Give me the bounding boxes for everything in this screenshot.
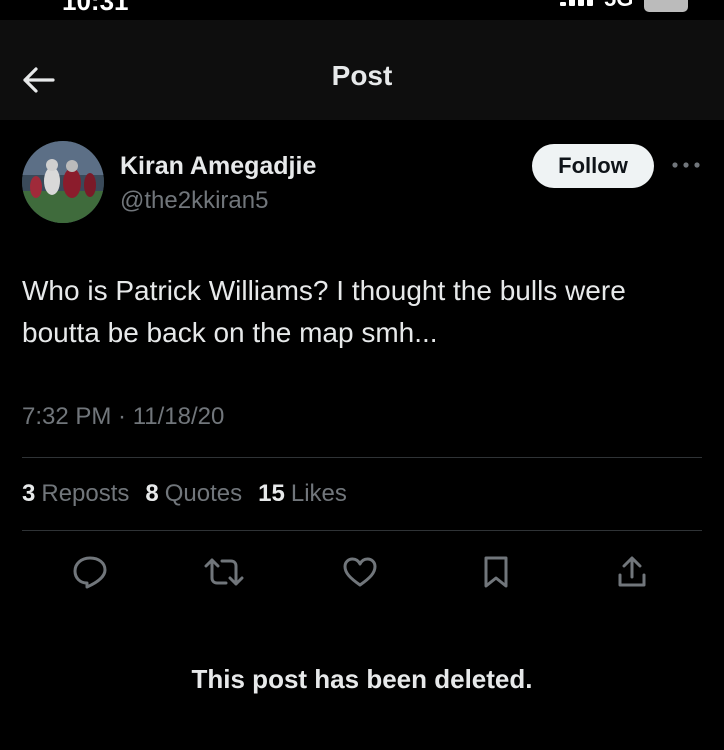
action-bar — [0, 552, 724, 592]
share-icon — [618, 556, 646, 587]
divider — [22, 457, 702, 458]
share-button[interactable] — [612, 552, 652, 592]
signal-icon — [560, 0, 596, 6]
likes-label: Likes — [290, 480, 347, 507]
author-handle[interactable]: @the2kkiran5 — [120, 187, 268, 215]
reply-icon — [73, 556, 107, 589]
avatar[interactable] — [22, 141, 104, 223]
repost-icon — [204, 558, 244, 586]
reposts-label: Reposts — [41, 480, 130, 507]
post-author: Kiran Amegadjie @the2kkiran5 Follow — [22, 141, 702, 231]
more-options-button[interactable] — [670, 153, 702, 177]
status-time: 10:31 — [62, 0, 129, 16]
deleted-notice: This post has been deleted. — [191, 664, 533, 694]
bookmark-icon — [484, 556, 508, 588]
repost-button[interactable] — [204, 552, 244, 592]
reposts-count: 3 — [22, 480, 36, 507]
status-bar: 10:31 5G — [0, 0, 724, 20]
post-stats: 3 Reposts 8 Quotes 15 Likes — [22, 480, 363, 510]
reposts-stat[interactable]: 3 Reposts — [22, 480, 129, 510]
page-title: Post — [331, 60, 393, 91]
quotes-count: 8 — [145, 480, 159, 507]
more-icon — [672, 162, 700, 168]
network-label: 5G — [604, 0, 633, 12]
quotes-stat[interactable]: 8 Quotes — [145, 480, 242, 510]
top-bar: Post — [0, 20, 724, 120]
post-text: Who is Patrick Williams? I thought the b… — [22, 275, 626, 348]
battery-icon — [644, 0, 688, 12]
bookmark-button[interactable] — [476, 552, 516, 592]
like-button[interactable] — [340, 552, 380, 592]
author-name[interactable]: Kiran Amegadjie — [120, 152, 316, 181]
quotes-label: Quotes — [164, 480, 243, 507]
follow-button[interactable]: Follow — [532, 144, 654, 188]
likes-stat[interactable]: 15 Likes — [258, 480, 347, 510]
likes-count: 15 — [258, 480, 285, 507]
like-icon — [343, 557, 377, 587]
reply-button[interactable] — [70, 552, 110, 592]
post-timestamp[interactable]: 7:32 PM · 11/18/20 — [22, 403, 224, 431]
divider — [22, 530, 702, 531]
